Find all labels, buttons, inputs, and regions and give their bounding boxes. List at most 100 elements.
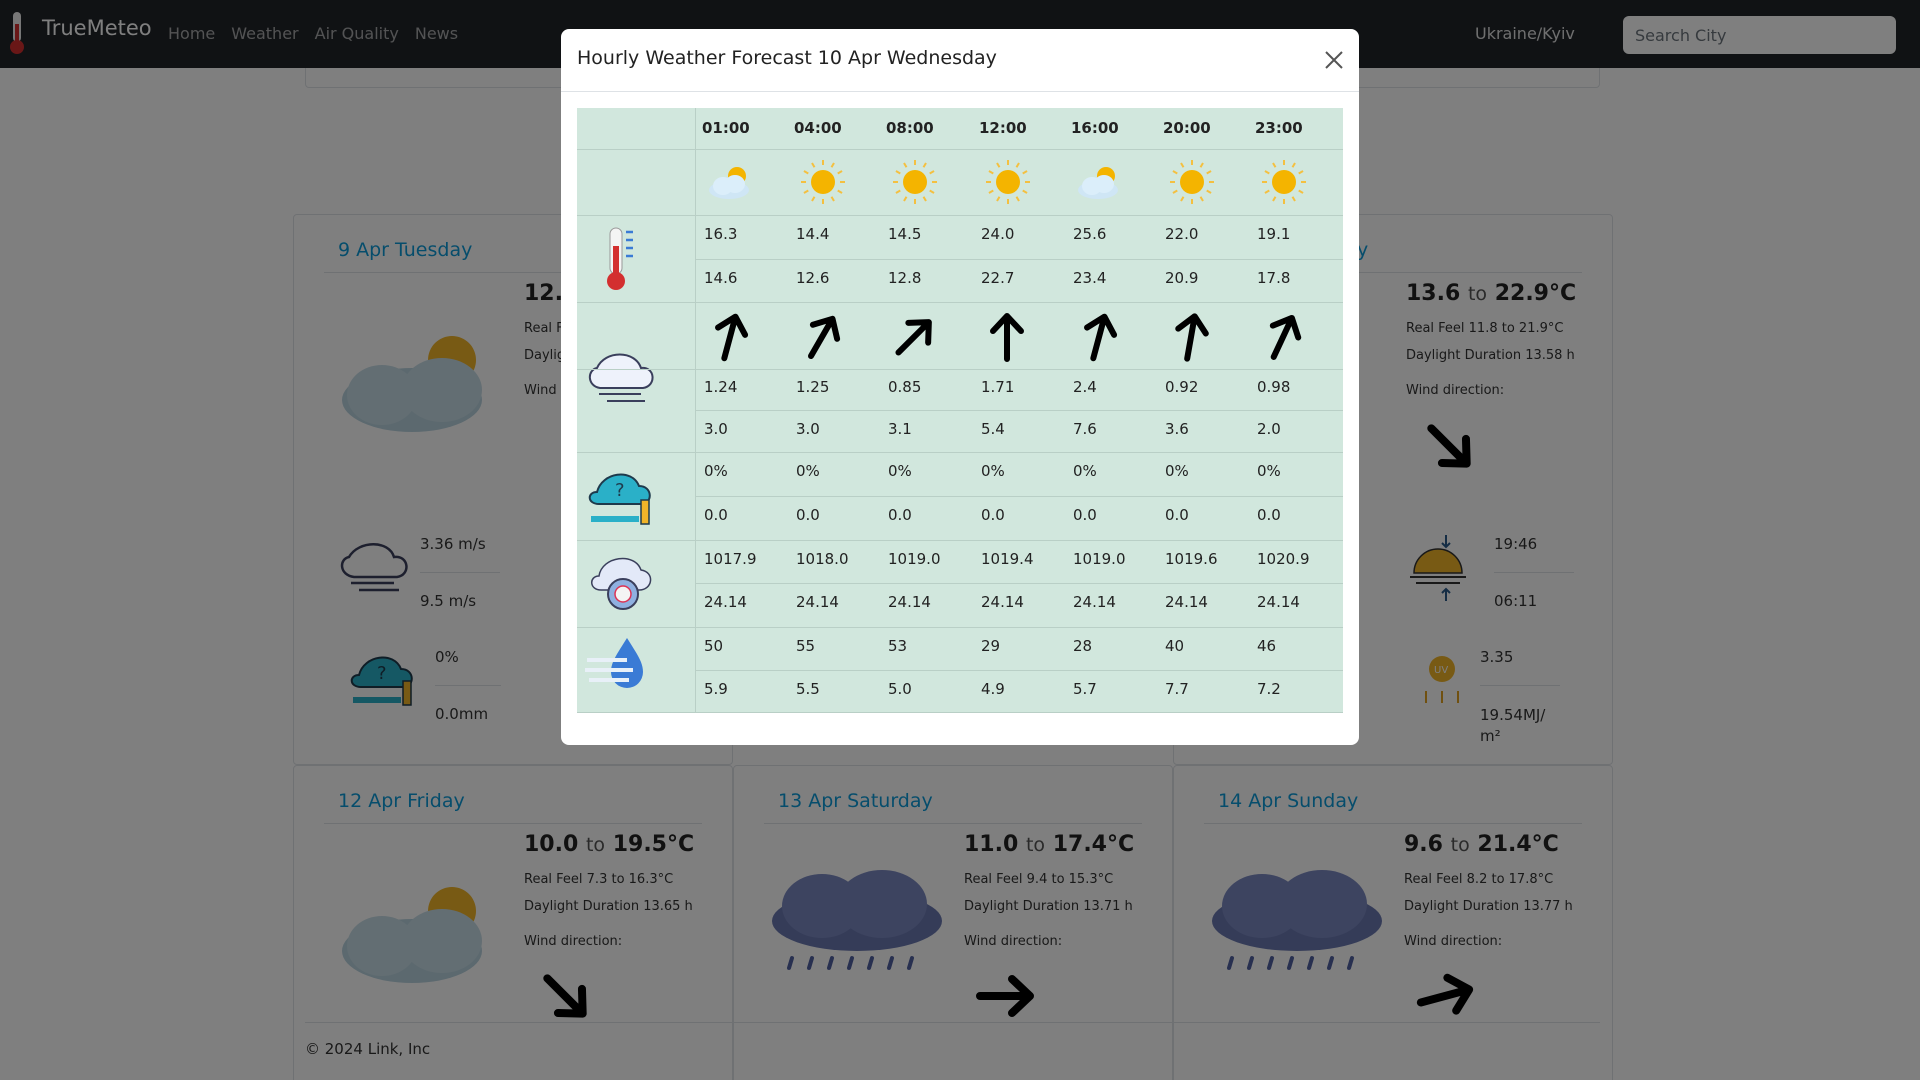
svg-text:?: ?	[615, 480, 625, 501]
table-cell: 24.14	[1073, 593, 1116, 611]
table-cell: 0.0	[981, 506, 1005, 524]
hour-header: 23:00	[1255, 119, 1303, 137]
table-cell: 25.6	[1073, 225, 1107, 243]
table-cell: 0.98	[1257, 378, 1291, 396]
table-row-divider	[695, 670, 1343, 671]
hourly-forecast-modal: Hourly Weather Forecast 10 Apr Wednesday…	[561, 29, 1359, 745]
table-cell: 24.0	[981, 225, 1015, 243]
table-row-divider	[695, 496, 1343, 497]
hour-header: 12:00	[979, 119, 1027, 137]
table-row-divider	[695, 259, 1343, 260]
table-cell: 0.0	[1073, 506, 1097, 524]
table-cell: 1.24	[704, 378, 738, 396]
table-row-divider	[577, 215, 1343, 216]
table-cell: 19.1	[1257, 225, 1291, 243]
sun-icon	[986, 160, 1030, 204]
table-cell: 0%	[1073, 462, 1097, 480]
table-cell: 5.4	[981, 420, 1005, 438]
table-cell: 0.0	[1257, 506, 1281, 524]
table-cell: 23.4	[1073, 269, 1107, 287]
table-cell: 1018.0	[796, 550, 849, 568]
modal-header: Hourly Weather Forecast 10 Apr Wednesday	[561, 29, 1359, 92]
table-cell: 5.9	[704, 680, 728, 698]
table-cell: 0.0	[888, 506, 912, 524]
table-cell: 46	[1257, 637, 1277, 655]
sun-icon	[1170, 160, 1214, 204]
precipitation-icon: ?	[588, 473, 651, 525]
table-cell: 24.14	[796, 593, 839, 611]
table-cell: 0%	[1165, 462, 1189, 480]
sun-icon	[801, 160, 845, 204]
table-cell: 0%	[1257, 462, 1281, 480]
table-cell: 1019.0	[888, 550, 941, 568]
wind-arrow-icon	[715, 313, 749, 362]
hour-header: 04:00	[794, 119, 842, 137]
table-cell: 22.7	[981, 269, 1015, 287]
table-cell: 1020.9	[1257, 550, 1310, 568]
table-cell: 3.0	[704, 420, 728, 438]
table-row-divider	[577, 302, 1343, 303]
wind-arrow-icon	[1175, 313, 1209, 362]
humidity-icon	[585, 638, 643, 688]
hour-header: 08:00	[886, 119, 934, 137]
table-cell: 12.6	[796, 269, 830, 287]
table-cell: 20.9	[1165, 269, 1199, 287]
table-row-divider	[577, 149, 1343, 150]
wind-arrow-icon	[1269, 314, 1302, 360]
table-cell: 5.0	[888, 680, 912, 698]
table-cell: 22.0	[1165, 225, 1199, 243]
table-row-divider	[577, 712, 1343, 713]
table-cell: 0.0	[704, 506, 728, 524]
table-column-divider	[695, 108, 696, 712]
pressure-icon	[591, 557, 652, 610]
wind-arrow-icon	[895, 319, 932, 356]
table-cell: 4.9	[981, 680, 1005, 698]
wind-arrow-icon	[1084, 313, 1118, 362]
table-row-divider	[695, 410, 1343, 411]
table-cell: 2.0	[1257, 420, 1281, 438]
table-cell: 3.0	[796, 420, 820, 438]
table-cell: 14.5	[888, 225, 922, 243]
table-cell: 1017.9	[704, 550, 757, 568]
table-row-divider	[695, 583, 1343, 584]
table-cell: 0%	[888, 462, 912, 480]
table-cell: 0.85	[888, 378, 922, 396]
table-cell: 0%	[704, 462, 728, 480]
table-cell: 1019.0	[1073, 550, 1126, 568]
table-cell: 24.14	[1165, 593, 1208, 611]
table-cell: 50	[704, 637, 724, 655]
hourly-forecast-table: ? 01:00 04:00 08:00 12:00 16:00 20:00 23:00 16.…	[577, 108, 1343, 713]
thermometer-icon	[607, 227, 633, 290]
modal-title: Hourly Weather Forecast 10 Apr Wednesday	[577, 47, 997, 69]
table-cell: 1.25	[796, 378, 830, 396]
table-cell: 0%	[981, 462, 1005, 480]
partly-cloudy-icon	[1078, 167, 1118, 199]
table-cell: 12.8	[888, 269, 922, 287]
table-cell: 40	[1165, 637, 1185, 655]
table-row-divider	[577, 452, 1343, 453]
table-cell: 53	[888, 637, 908, 655]
table-cell: 0%	[796, 462, 820, 480]
table-cell: 16.3	[704, 225, 738, 243]
wind-arrow-icon	[808, 315, 841, 360]
close-icon[interactable]	[1323, 49, 1345, 71]
table-cell: 24.14	[888, 593, 931, 611]
table-cell: 0.0	[1165, 506, 1189, 524]
table-cell: 7.2	[1257, 680, 1281, 698]
hour-header: 16:00	[1071, 119, 1119, 137]
table-cell: 29	[981, 637, 1001, 655]
table-cell: 24.14	[1257, 593, 1300, 611]
table-cell: 14.6	[704, 269, 738, 287]
table-cell: 14.4	[796, 225, 830, 243]
table-cell: 7.6	[1073, 420, 1097, 438]
sun-icon	[893, 160, 937, 204]
table-cell: 55	[796, 637, 816, 655]
table-cell: 28	[1073, 637, 1093, 655]
hour-header: 01:00	[702, 119, 750, 137]
table-cell: 3.1	[888, 420, 912, 438]
partly-cloudy-icon	[709, 167, 749, 199]
sun-icon	[1262, 160, 1306, 204]
table-cell: 1.71	[981, 378, 1015, 396]
table-cell: 3.6	[1165, 420, 1189, 438]
table-row-divider	[577, 369, 1343, 370]
